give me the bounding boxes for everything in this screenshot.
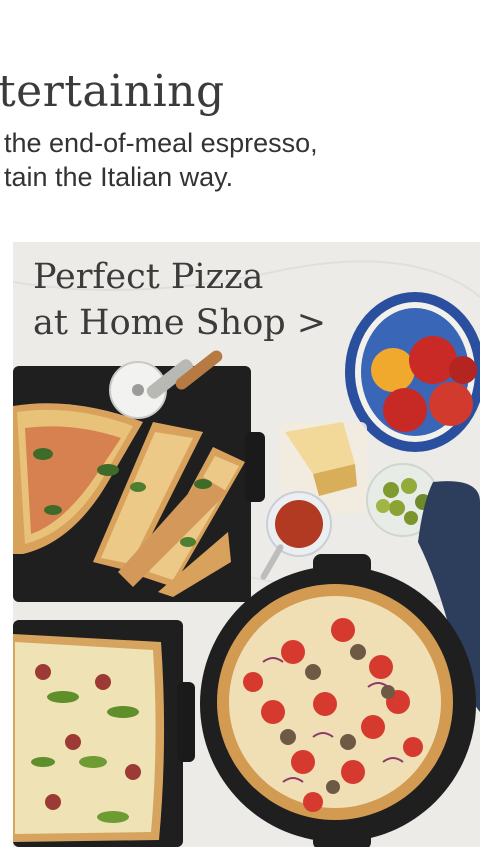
- shop-link[interactable]: Perfect Pizza at Home Shop >: [33, 254, 326, 346]
- section-description: the end-of-meal espresso, tain the Itali…: [4, 126, 318, 194]
- description-line-1: the end-of-meal espresso,: [4, 128, 318, 158]
- promo-title-line-1: Perfect Pizza: [33, 257, 264, 297]
- pizza-shop-banner[interactable]: Perfect Pizza at Home Shop >: [13, 242, 480, 847]
- promo-title-line-2: at Home Shop >: [33, 303, 327, 343]
- section-heading: tertaining: [0, 66, 225, 117]
- description-line-2: tain the Italian way.: [4, 162, 234, 192]
